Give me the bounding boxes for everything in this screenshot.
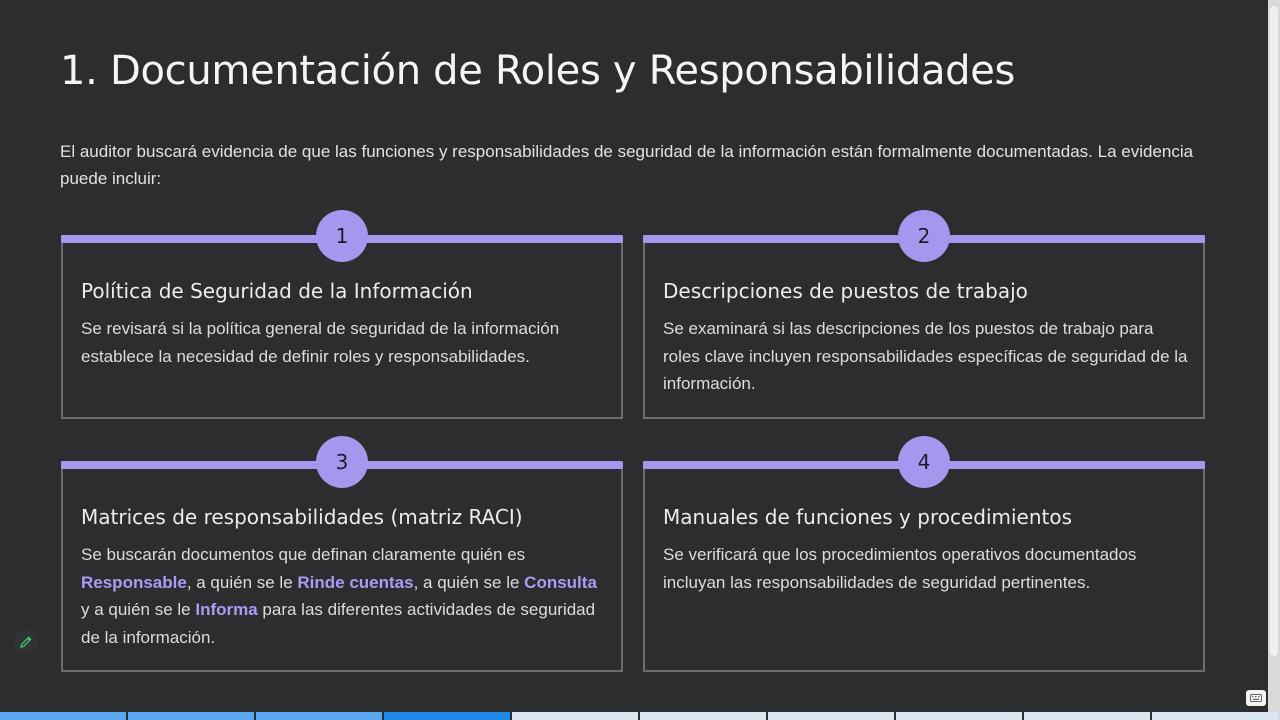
text-fragment: y a quién se le xyxy=(81,600,196,619)
progress-segment-6[interactable] xyxy=(640,712,766,720)
card-number-badge: 1 xyxy=(316,210,368,262)
card-text: Se revisará si la política general de se… xyxy=(81,319,560,366)
card-1: 1 Política de Seguridad de la Informació… xyxy=(61,210,623,419)
card-title: Matrices de responsabilidades (matriz RA… xyxy=(81,505,523,529)
scrollbar-thumb[interactable] xyxy=(1270,6,1278,656)
card-text: Se examinará si las descripciones de los… xyxy=(663,319,1188,393)
progress-segment-4[interactable] xyxy=(384,712,510,720)
card-text: Se verificará que los procedimientos ope… xyxy=(663,545,1137,592)
progress-segment-7[interactable] xyxy=(768,712,894,720)
card-number-badge: 3 xyxy=(316,436,368,488)
raci-consulta: Consulta xyxy=(524,572,597,592)
card-number-badge: 2 xyxy=(898,210,950,262)
card-text: Se buscarán documentos que definan clara… xyxy=(81,541,607,651)
scrollbar[interactable] xyxy=(1268,0,1280,720)
text-fragment: , a quién se le xyxy=(186,572,298,592)
progress-segment-2[interactable] xyxy=(128,712,254,720)
slide-title: 1. Documentación de Roles y Responsabili… xyxy=(60,48,1016,94)
progress-segment-8[interactable] xyxy=(896,712,1022,720)
card-title: Descripciones de puestos de trabajo xyxy=(663,279,1028,303)
keyboard-glyph-icon xyxy=(1250,694,1262,702)
progress-segment-10[interactable] xyxy=(1152,712,1278,720)
card-2: 2 Descripciones de puestos de trabajo Se… xyxy=(643,210,1205,419)
card-title: Manuales de funciones y procedimientos xyxy=(663,505,1073,529)
edit-button[interactable] xyxy=(14,630,38,654)
progress-segment-1[interactable] xyxy=(0,712,126,720)
progress-segment-5[interactable] xyxy=(512,712,638,720)
slide-progress-bar[interactable] xyxy=(0,712,1280,720)
raci-informa: Informa xyxy=(195,600,258,619)
slide-intro: El auditor buscará evidencia de que las … xyxy=(60,142,1194,188)
raci-responsable: Responsable xyxy=(81,572,187,592)
progress-segment-3[interactable] xyxy=(256,712,382,720)
keyboard-icon[interactable] xyxy=(1246,690,1266,706)
card-number-badge: 4 xyxy=(898,436,950,488)
card-3: 3 Matrices de responsabilidades (matriz … xyxy=(61,436,623,672)
card-title: Política de Seguridad de la Información xyxy=(81,279,473,303)
raci-rinde-cuentas: Rinde cuentas xyxy=(297,572,414,592)
pencil-icon xyxy=(20,636,32,648)
text-fragment: , a quién se le xyxy=(413,572,525,592)
card-4: 4 Manuales de funciones y procedimientos… xyxy=(643,436,1205,672)
progress-segment-9[interactable] xyxy=(1024,712,1150,720)
text-fragment: Se buscarán documentos que definan clara… xyxy=(81,545,526,564)
